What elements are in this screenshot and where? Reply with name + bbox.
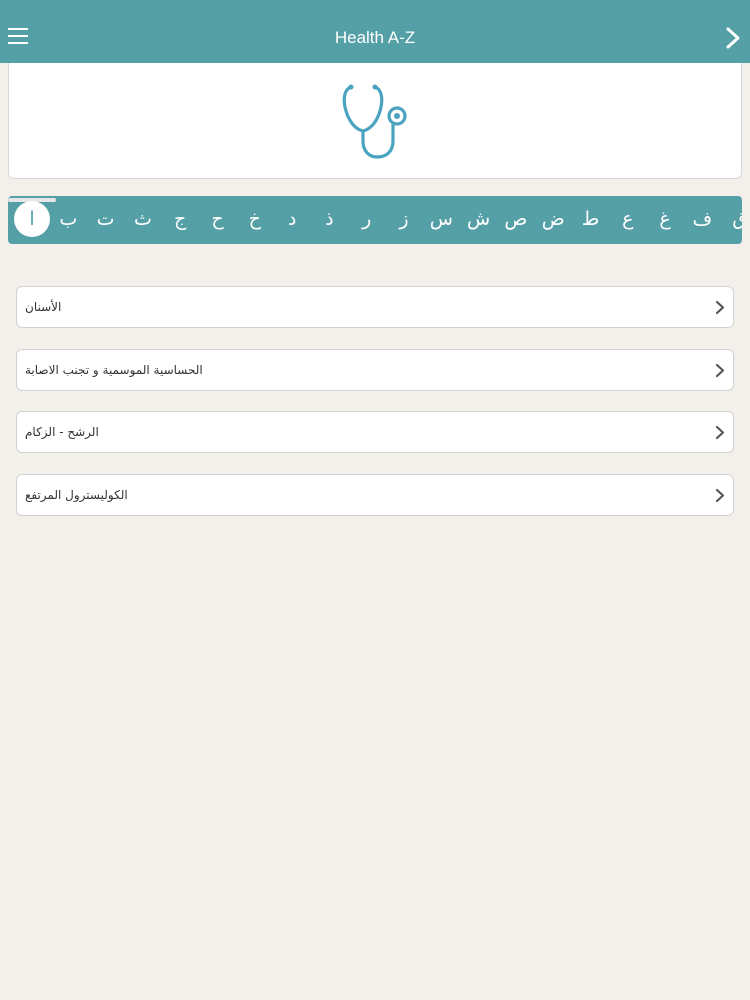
top-navigation-bar: Health A-Z	[0, 0, 750, 63]
chevron-right-icon	[715, 425, 725, 440]
alphabet-letter-9[interactable]: ر	[348, 202, 386, 238]
alphabet-letter-16[interactable]: ع	[609, 202, 647, 238]
alphabet-letter-10[interactable]: ز	[385, 202, 423, 238]
chevron-right-icon	[715, 363, 725, 378]
alphabet-letter-5[interactable]: ح	[199, 202, 237, 238]
alphabet-letter-18[interactable]: ف	[683, 202, 721, 238]
alphabet-letter-11[interactable]: س	[422, 202, 460, 238]
alphabet-letter-14[interactable]: ض	[534, 202, 572, 238]
topic-label: الرشح - الزكام	[25, 425, 99, 439]
topic-list-item[interactable]: الرشح - الزكام	[16, 411, 734, 453]
alphabet-letter-15[interactable]: ط	[572, 202, 610, 238]
stethoscope-icon	[342, 84, 407, 159]
topic-list-item[interactable]: الحساسية الموسمية و تجنب الاصابة	[16, 349, 734, 391]
alphabet-letter-4[interactable]: ج	[161, 202, 199, 238]
page-title: Health A-Z	[334, 28, 416, 47]
topic-list-item[interactable]: الكوليسترول المرتفع	[16, 474, 734, 516]
alphabet-letter-13[interactable]: ص	[497, 202, 535, 238]
topic-list-item[interactable]: الأسنان	[16, 286, 734, 328]
alphabet-letter-3[interactable]: ث	[124, 202, 162, 238]
chevron-right-icon	[715, 488, 725, 503]
alphabet-letter-6[interactable]: خ	[236, 202, 274, 238]
topic-label: الكوليسترول المرتفع	[25, 488, 128, 502]
alphabet-letter-8[interactable]: ذ	[310, 202, 348, 238]
alphabet-letter-2[interactable]: ت	[87, 202, 125, 238]
topic-label: الأسنان	[25, 300, 62, 314]
alphabet-letter-17[interactable]: غ	[646, 202, 684, 238]
alphabet-letter-0[interactable]: ا	[14, 201, 50, 237]
alphabet-letter-1[interactable]: ب	[49, 202, 87, 238]
alphabet-letter-7[interactable]: د	[273, 202, 311, 238]
banner-card	[8, 63, 742, 179]
alphabet-letter-12[interactable]: ش	[460, 202, 498, 238]
chevron-right-icon[interactable]	[724, 26, 742, 50]
alphabet-index-bar[interactable]: ابتثجحخدذرزسشصضطعغفق	[8, 196, 742, 244]
topic-label: الحساسية الموسمية و تجنب الاصابة	[25, 363, 203, 377]
chevron-right-icon	[715, 300, 725, 315]
alphabet-letter-19[interactable]: ق	[721, 202, 742, 238]
